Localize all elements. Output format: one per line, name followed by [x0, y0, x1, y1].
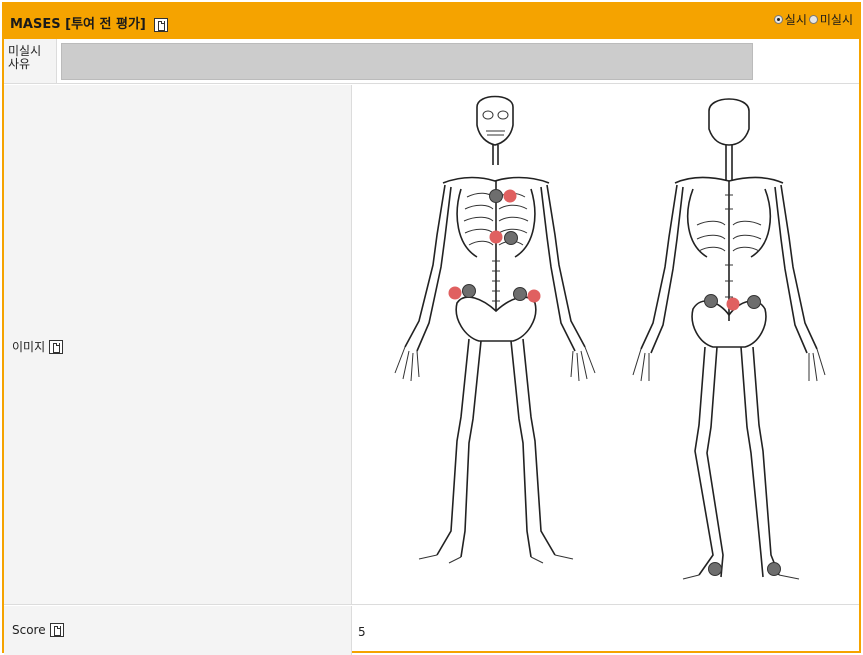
gray-marker[interactable]	[747, 295, 761, 309]
score-label: Score	[12, 623, 46, 637]
image-label: 이미지	[12, 340, 46, 354]
score-value: 5	[358, 625, 366, 639]
performed-radio[interactable]	[773, 15, 783, 24]
gray-marker[interactable]	[767, 562, 781, 576]
score-label-cell: Score	[4, 606, 352, 655]
gray-marker[interactable]	[704, 294, 718, 308]
skeleton-image[interactable]	[353, 85, 859, 604]
document-icon[interactable]	[154, 17, 169, 32]
gray-marker[interactable]	[513, 287, 527, 301]
panel-title: MASES [투여 전 평가]	[10, 13, 169, 32]
document-icon[interactable]	[49, 339, 64, 354]
performed-radio-group: 실시 미실시	[773, 11, 853, 28]
not-performed-radio-label: 미실시	[819, 13, 853, 27]
document-icon[interactable]	[49, 623, 64, 637]
red-marker[interactable]	[527, 289, 541, 303]
panel-title-text: MASES [투여 전 평가]	[10, 17, 146, 32]
reason-row: 미실시 사유	[4, 39, 859, 84]
panel-header: MASES [투여 전 평가] 실시 미실시	[4, 4, 859, 39]
gray-marker[interactable]	[504, 231, 518, 245]
not-performed-radio[interactable]	[808, 15, 818, 24]
front-skeleton	[394, 95, 596, 564]
reason-label: 미실시 사유	[4, 39, 57, 83]
red-marker[interactable]	[448, 286, 462, 300]
gray-marker[interactable]	[489, 189, 503, 203]
image-label-cell: 이미지	[4, 85, 352, 604]
reason-label-line2: 사유	[8, 57, 31, 71]
red-marker[interactable]	[489, 230, 503, 244]
gray-marker[interactable]	[462, 284, 476, 298]
reason-input[interactable]	[61, 43, 753, 80]
red-marker[interactable]	[726, 297, 740, 311]
performed-radio-label: 실시	[784, 13, 807, 27]
gray-marker[interactable]	[708, 562, 722, 576]
score-row: Score 5	[4, 606, 859, 655]
mases-panel: MASES [투여 전 평가] 실시 미실시 미실시 사유 이미지 Score …	[2, 2, 861, 655]
back-skeleton	[632, 98, 826, 580]
marker-layer	[448, 189, 781, 576]
image-row: 이미지	[4, 85, 859, 605]
red-marker[interactable]	[503, 189, 517, 203]
